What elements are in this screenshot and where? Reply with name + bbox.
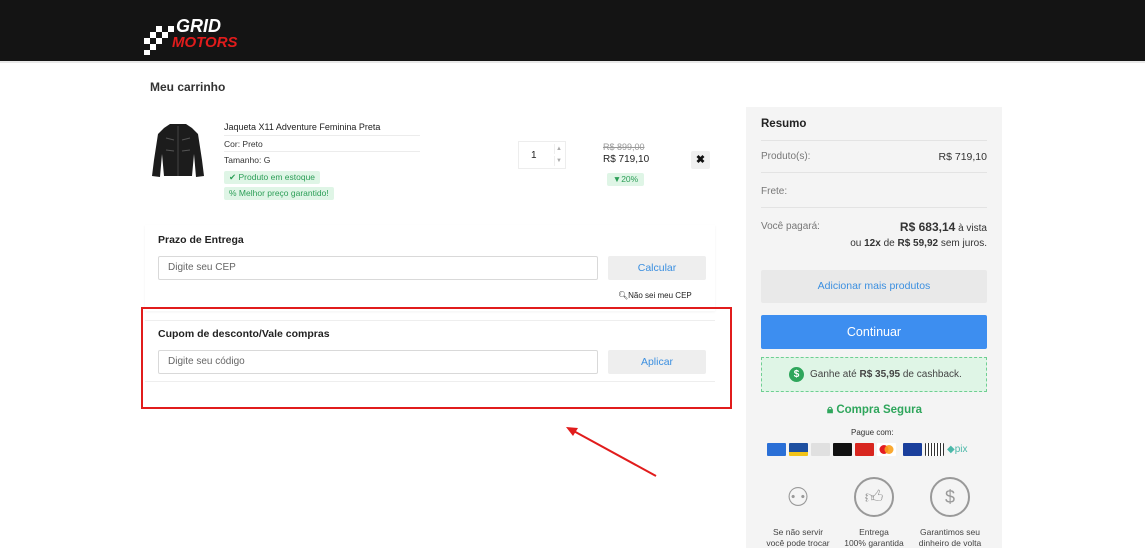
calculate-button[interactable]: Calcular — [608, 256, 706, 280]
thumbs-up-icon: 👍︎ — [854, 477, 894, 517]
product-name[interactable]: Jaqueta X11 Adventure Feminina Preta — [224, 122, 380, 132]
cep-input[interactable]: Digite seu CEP — [158, 256, 598, 280]
divider — [224, 151, 420, 152]
hipercard-icon — [855, 443, 874, 456]
mastercard-icon — [877, 443, 896, 456]
visa-icon — [903, 443, 922, 456]
guarantee-exchange: ⚇ Se não servir você pode trocar — [762, 477, 834, 549]
chevron-down-icon[interactable]: ▼ — [554, 156, 563, 166]
price-old: R$ 899,00 — [603, 142, 645, 152]
percent-icon: % — [229, 188, 239, 198]
lock-icon: 🔒︎ — [827, 404, 837, 416]
delivery-title: Prazo de Entrega — [158, 234, 244, 246]
remove-item-button[interactable]: ✖ — [691, 151, 710, 169]
divider — [224, 135, 420, 136]
annotation-arrow-icon — [566, 427, 657, 477]
discount-badge: ▼20% — [607, 173, 644, 186]
stock-badge: ✔ Produto em estoque — [224, 171, 321, 184]
pay-with-label: Pague com: — [851, 428, 894, 437]
guarantee-delivery: 👍︎ Entrega 100% garantida — [838, 477, 910, 549]
continue-button[interactable]: Continuar — [761, 315, 987, 349]
pay-label: Você pagará: — [761, 221, 820, 232]
chevron-up-icon[interactable]: ▲ — [554, 144, 563, 154]
banescard-icon — [789, 443, 808, 456]
best-price-badge: % Melhor preço garantido! — [224, 187, 334, 200]
product-image[interactable] — [152, 120, 204, 180]
product-color: Cor: Preto — [224, 139, 263, 149]
products-value: R$ 719,10 — [938, 151, 987, 163]
cabal-icon — [811, 443, 830, 456]
price-new: R$ 719,10 — [603, 154, 650, 165]
freight-label: Frete: — [761, 186, 788, 197]
product-size: Tamanho: G — [224, 155, 271, 165]
pay-cash: R$ 683,14 à vista — [899, 220, 987, 234]
elo-icon — [833, 443, 852, 456]
svg-text:MOTORS: MOTORS — [172, 34, 238, 51]
dont-know-cep-link[interactable]: 🔍︎Não sei meu CEP — [618, 291, 692, 300]
page-title: Meu carrinho — [150, 80, 226, 94]
add-more-products-button[interactable]: Adicionar mais produtos — [761, 270, 987, 303]
divider — [761, 172, 987, 173]
divider — [761, 140, 987, 141]
payment-methods: ◆pix — [767, 443, 981, 457]
quantity-stepper[interactable]: 1 ▲ ▼ — [518, 141, 566, 169]
amex-icon — [767, 443, 786, 456]
grid-motors-logo[interactable]: GRID MOTORS — [142, 16, 270, 56]
top-header: GRID MOTORS — [0, 0, 1145, 63]
summary-title: Resumo — [761, 118, 807, 130]
search-icon: 🔍︎ — [618, 291, 629, 300]
boleto-icon — [925, 443, 944, 456]
cashback-banner: $ Ganhe até R$ 35,95 de cashback. — [761, 357, 987, 392]
quantity-value[interactable]: 1 — [531, 150, 537, 161]
products-label: Produto(s): — [761, 151, 811, 162]
annotation-highlight-box — [141, 307, 732, 409]
divider — [761, 207, 987, 208]
svg-text:GRID: GRID — [176, 16, 221, 36]
secure-purchase: 🔒︎ Compra Segura — [827, 404, 922, 416]
money-back-icon: $ — [930, 477, 970, 517]
dollar-icon: $ — [789, 367, 804, 382]
pay-installments: ou 12x de R$ 59,92 sem juros. — [850, 238, 987, 249]
guarantee-refund: $ Garantimos seu dinheiro de volta — [914, 477, 986, 549]
celebrating-people-icon: ⚇ — [786, 482, 810, 512]
arrow-down-icon: ▼ — [612, 174, 622, 184]
pix-icon: ◆pix — [947, 444, 968, 455]
